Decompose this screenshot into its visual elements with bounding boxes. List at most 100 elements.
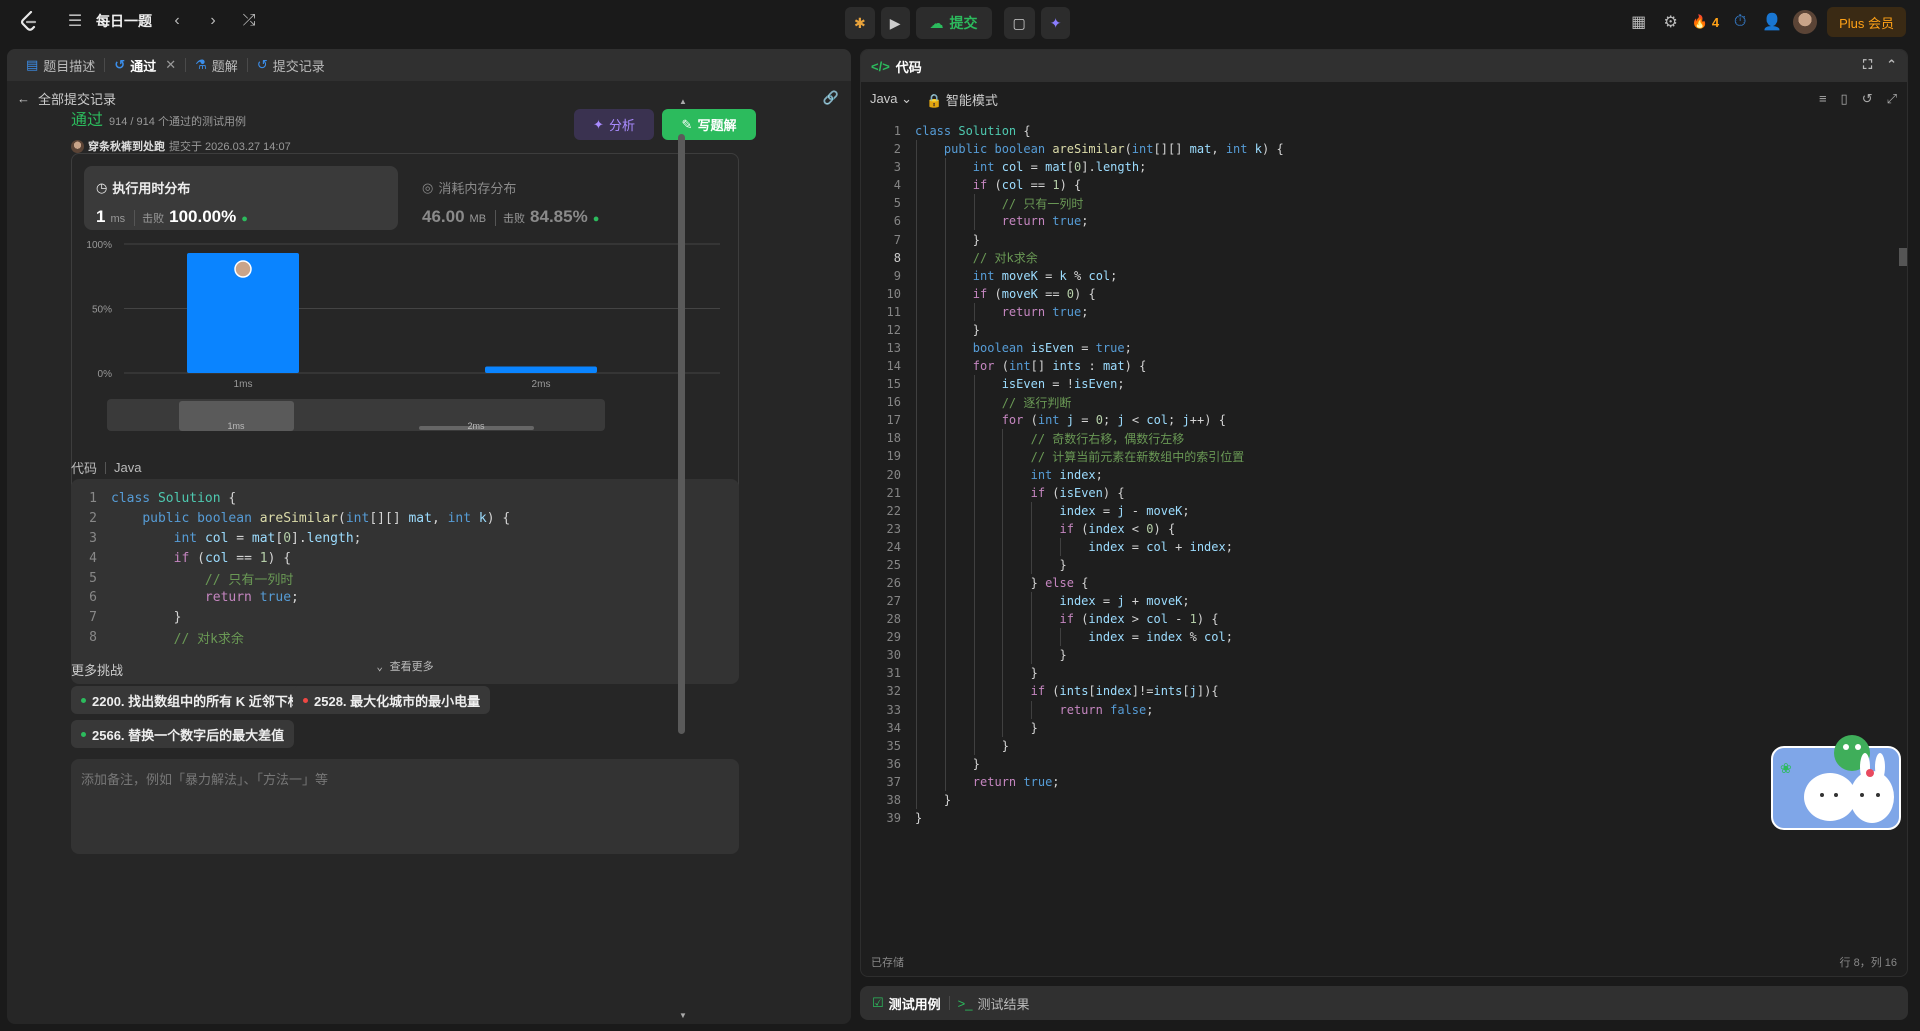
code-line[interactable]: 31 }	[861, 664, 1907, 683]
plus-member-button[interactable]: Plus 会员	[1827, 7, 1906, 37]
code-line[interactable]: 5 // 只有一列时	[861, 194, 1907, 213]
code-line[interactable]: 10 if (moveK == 0) {	[861, 284, 1907, 303]
indent-guide	[916, 176, 917, 195]
fullscreen-icon[interactable]: ⤢	[1887, 91, 1897, 107]
streak-counter[interactable]: 🔥 4	[1692, 14, 1719, 30]
code-line[interactable]: 22 index = j - moveK;	[861, 501, 1907, 520]
write-solution-button[interactable]: ✎ 写题解	[662, 109, 756, 140]
code-line[interactable]: 11 return true;	[861, 302, 1907, 321]
code-line[interactable]: 7 }	[861, 230, 1907, 249]
code-line[interactable]: 12 }	[861, 320, 1907, 339]
code-line[interactable]: 15 isEven = !isEven;	[861, 375, 1907, 394]
mascot-sticker[interactable]: ❀	[1770, 735, 1904, 831]
challenge-chip[interactable]: 2200. 找出数组中的所有 K 近邻下标	[71, 686, 311, 714]
layout-icon[interactable]: ▦	[1628, 12, 1650, 32]
tab-solutions[interactable]: ⚗ 题解	[186, 49, 247, 81]
left-scrollbar[interactable]	[678, 134, 685, 734]
run-button[interactable]: ▶	[880, 7, 910, 39]
challenge-chip[interactable]: 2528. 最大化城市的最小电量	[293, 686, 491, 714]
code-line[interactable]: 38 }	[861, 790, 1907, 809]
code-line[interactable]: 19 // 计算当前元素在新数组中的索引位置	[861, 447, 1907, 466]
collapse-icon[interactable]: ⌃	[1886, 57, 1897, 73]
next-problem-icon[interactable]: ›	[202, 12, 224, 30]
scroll-down-icon[interactable]: ▼	[679, 1011, 687, 1020]
problem-list-button[interactable]: ☰ 每日一题	[64, 11, 152, 31]
code-section-label: 代码 Java	[71, 458, 141, 477]
code-line[interactable]: 17 for (int j = 0; j < col; j++) {	[861, 411, 1907, 430]
reset-icon[interactable]: ↺	[1862, 91, 1873, 107]
line-code: int moveK = k % col;	[972, 268, 1118, 283]
share-link-icon[interactable]: 🔗	[823, 90, 839, 106]
code-line[interactable]: 13 boolean isEven = true;	[861, 338, 1907, 358]
add-friend-icon[interactable]: 👤	[1761, 12, 1783, 32]
submit-button[interactable]: ☁ 提交	[915, 7, 992, 39]
code-line[interactable]: 26 } else {	[861, 573, 1907, 593]
code-line[interactable]: 23 if (index < 0) {	[861, 519, 1907, 538]
code-line[interactable]: 30 }	[861, 646, 1907, 665]
user-avatar[interactable]	[1793, 10, 1818, 34]
chart-bar	[485, 366, 597, 373]
code-line[interactable]: 1 class Solution {	[861, 122, 1907, 140]
username[interactable]: 穿条秋裤到处跑	[88, 138, 165, 154]
shuffle-icon[interactable]: ⤮	[238, 12, 260, 30]
tab-accepted[interactable]: ↺ 通过 ✕	[105, 49, 185, 81]
indent-guide	[944, 284, 946, 303]
code-editor[interactable]: 1 class Solution {2 public boolean areSim…	[861, 122, 1907, 902]
close-tab-icon[interactable]: ✕	[165, 57, 176, 73]
note-input[interactable]: 添加备注，例如「暴力解法」、「方法一」等	[71, 759, 739, 854]
y-tick-label: 0%	[98, 369, 113, 380]
tab-test-case[interactable]: ☑ 测试用例	[872, 994, 941, 1013]
line-number: 34	[886, 720, 901, 735]
analyze-button[interactable]: ✦ 分析	[574, 109, 654, 140]
code-line[interactable]: 3 int col = mat[0].length;	[861, 158, 1907, 177]
code-line[interactable]: 25 }	[861, 555, 1907, 574]
bookmark-icon[interactable]: ▯	[1841, 91, 1848, 107]
memory-card[interactable]: ◎ 消耗内存分布 46.00 MB 击败 84.85% ●	[410, 166, 710, 230]
code-line[interactable]: 16 // 逐行判断	[861, 393, 1907, 412]
tab-submissions[interactable]: ↺ 提交记录	[248, 49, 334, 81]
user-avatar[interactable]	[71, 139, 84, 153]
code-line[interactable]: 27 index = j + moveK;	[861, 592, 1907, 611]
format-icon[interactable]: ≡	[1819, 91, 1827, 107]
prev-problem-icon[interactable]: ‹	[166, 12, 188, 30]
code-line[interactable]: 8 // 对k求余	[861, 248, 1907, 267]
code-line[interactable]: 24 index = col + index;	[861, 537, 1907, 556]
timer-icon[interactable]: ⏱	[1729, 13, 1751, 31]
code-line[interactable]: 2 public boolean areSimilar(int[][] mat,…	[861, 140, 1907, 159]
tab-description[interactable]: ▤ 题目描述	[17, 49, 104, 81]
maximize-icon[interactable]: ⛶	[1863, 57, 1872, 73]
code-line[interactable]: 36 }	[861, 754, 1907, 773]
x-tick-label: 1ms	[234, 379, 253, 390]
code-line[interactable]: 9 int moveK = k % col;	[861, 266, 1907, 285]
debug-button[interactable]: ✱	[845, 7, 875, 39]
tab-test-result[interactable]: >_ 测试结果	[958, 994, 1030, 1013]
code-line[interactable]: 35 }	[861, 736, 1907, 755]
code-line[interactable]: 6 return true;	[861, 212, 1907, 231]
code-line[interactable]: 4 if (col == 1) {	[861, 176, 1907, 195]
code-line[interactable]: 29 index = index % col;	[861, 628, 1907, 647]
code-line[interactable]: 14 for (int[] ints : mat) {	[861, 357, 1907, 376]
scroll-up-icon[interactable]: ▲	[679, 97, 687, 106]
code-line[interactable]: 28 if (index > col - 1) {	[861, 610, 1907, 629]
code-line[interactable]: 39}	[861, 809, 1907, 827]
code-line[interactable]: 21 if (isEven) {	[861, 483, 1907, 502]
code-line[interactable]: 18 // 奇数行右移，偶数行左移	[861, 429, 1907, 448]
indent-guide	[973, 194, 975, 213]
line-code: if (col == 1) {	[173, 550, 292, 566]
code-line[interactable]: 32 if (ints[index]!=ints[j]){	[861, 682, 1907, 701]
line-number: 3	[89, 530, 97, 546]
language-select[interactable]: Java ⌄	[870, 91, 912, 107]
ai-button[interactable]: ✦	[1040, 7, 1071, 39]
tab-label: 题解	[211, 58, 238, 74]
code-line[interactable]: 20 int index;	[861, 465, 1907, 484]
runtime-card[interactable]: ◷ 执行用时分布 1 ms 击败 100.00% ●	[84, 166, 398, 230]
code-line[interactable]: 33 return false;	[861, 700, 1907, 719]
see-more-button[interactable]: ⌄ 查看更多	[71, 658, 739, 674]
settings-gear-icon[interactable]: ⚙	[1660, 12, 1682, 32]
challenge-chip[interactable]: 2566. 替换一个数字后的最大差值	[71, 720, 295, 748]
smart-mode-toggle[interactable]: 🔒 智能模式	[926, 90, 998, 109]
code-line[interactable]: 34 }	[861, 718, 1907, 737]
leetcode-logo-icon[interactable]	[18, 10, 40, 32]
code-line[interactable]: 37 return true;	[861, 772, 1907, 791]
notes-button[interactable]: ▢	[1003, 7, 1035, 39]
